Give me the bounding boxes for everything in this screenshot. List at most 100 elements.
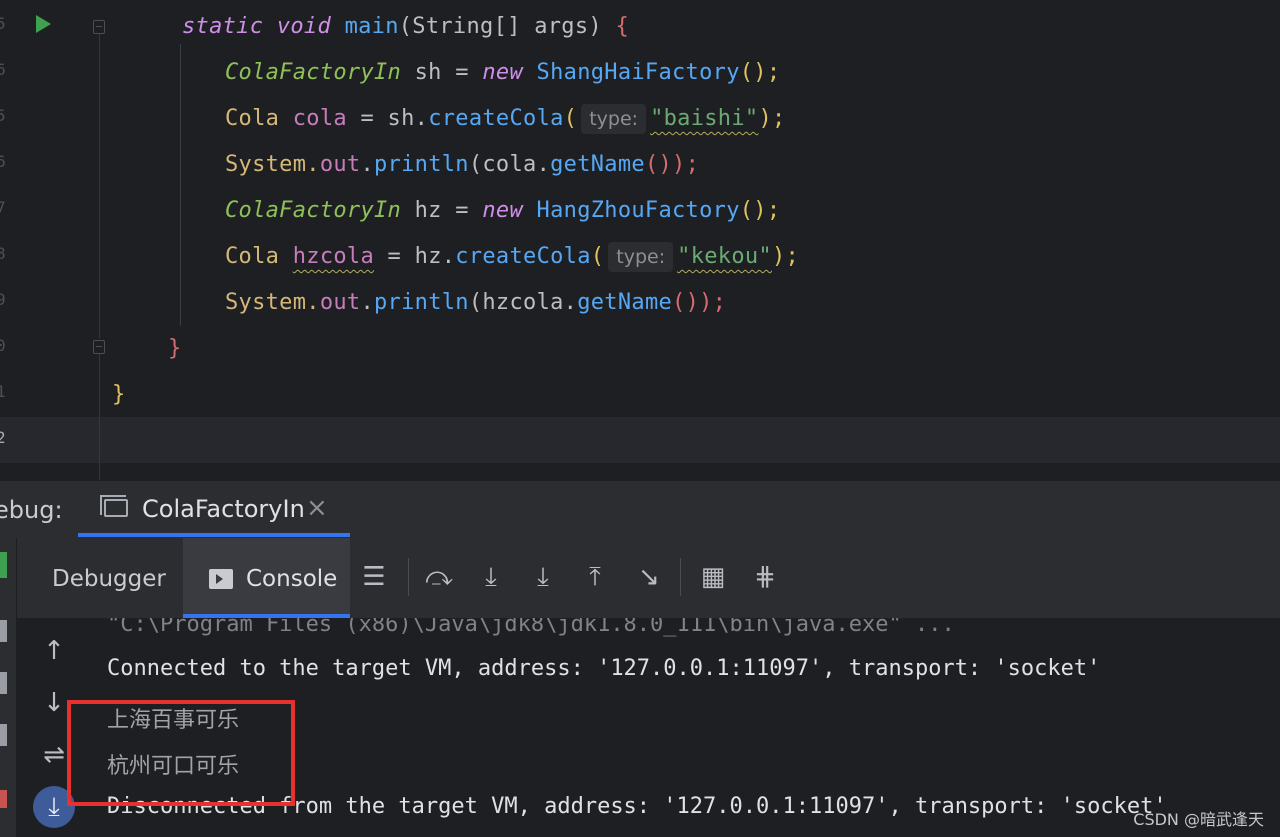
line-number: 6 <box>0 152 6 171</box>
run-icon[interactable] <box>36 15 51 33</box>
console-icon <box>209 569 233 589</box>
variable: cola <box>279 106 347 131</box>
line-number: 9 <box>0 290 6 309</box>
code-text: ); <box>758 106 786 131</box>
type-name: ColaFactoryIn <box>225 60 402 85</box>
type-name: Cola <box>225 244 280 269</box>
code-line: } <box>112 372 126 418</box>
code-line: Cola hzcola = hz.createCola(type: "kekou"… <box>225 234 799 280</box>
tab-debugger-label: Debugger <box>52 566 166 592</box>
code-text: = hz. <box>374 244 456 269</box>
code-line: } <box>168 326 182 372</box>
type-name: ColaFactoryIn <box>225 198 402 223</box>
code-line: Cola cola = sh.createCola(type: "baishi")… <box>225 96 786 142</box>
breakpoints-icon[interactable] <box>0 790 7 808</box>
field: out <box>319 152 361 177</box>
line-number: 5 <box>0 14 6 33</box>
debug-tool-window-header: ebug: ColaFactoryIn × <box>0 480 1280 539</box>
code-text: ( <box>563 106 578 131</box>
tab-debugger[interactable]: Debugger <box>20 538 182 618</box>
code-text: sh = <box>401 60 483 85</box>
window-icon <box>100 495 128 517</box>
down-arrow-icon[interactable]: ↓ <box>37 686 71 720</box>
debug-session-tab[interactable]: ColaFactoryIn × <box>78 481 350 537</box>
toolbar-separator <box>680 558 681 596</box>
class-name: ShangHaiFactory <box>523 60 740 85</box>
parameter-hint: type: <box>608 242 674 272</box>
step-into-icon[interactable]: ⤓ <box>526 560 560 594</box>
code-text: (hzcola. <box>468 290 578 315</box>
tab-console[interactable]: Console <box>183 538 350 618</box>
fold-marker-icon[interactable] <box>93 340 105 354</box>
line-number: 2 <box>0 428 6 447</box>
brace: } <box>112 382 126 407</box>
watermark: CSDN @暗武逢天 <box>1133 810 1264 829</box>
indent-guide <box>180 44 181 326</box>
code-text: . <box>360 152 375 177</box>
console-line: "C:\Program Files (x86)\Java\jdk8\jdk1.8… <box>107 618 955 637</box>
class-name: HangZhouFactory <box>523 198 740 223</box>
code-text: = sh. <box>346 106 429 131</box>
line-number: 0 <box>0 336 6 355</box>
stop-icon[interactable] <box>0 724 7 746</box>
field: out <box>319 290 361 315</box>
fold-line <box>99 34 100 338</box>
console-output[interactable]: ↑ ↓ ⇌ ⤓ "C:\Program Files (x86)\Java\jdk… <box>17 618 1280 837</box>
method-name: println <box>374 152 469 177</box>
method-name: createCola <box>455 244 591 269</box>
toolbar-separator <box>408 558 409 596</box>
keyword: static <box>182 14 264 39</box>
debug-label: ebug: <box>0 496 63 524</box>
code-text: . <box>360 290 375 315</box>
method-name: createCola <box>428 106 564 131</box>
variable: hzcola <box>292 244 375 269</box>
line-number: 1 <box>0 382 6 401</box>
trace-icon[interactable]: ⋕ <box>748 560 782 594</box>
left-tool-strip <box>0 538 17 837</box>
step-out-icon[interactable]: ⤒ <box>578 560 612 594</box>
run-to-cursor-icon[interactable]: ↘ <box>632 560 666 594</box>
line-number: 5 <box>0 106 6 125</box>
method-name: println <box>374 290 469 315</box>
resume-icon[interactable] <box>0 620 7 642</box>
code-text: (String[] args) <box>398 14 616 39</box>
string-literal: "kekou" <box>677 244 772 269</box>
menu-icon[interactable]: ☰ <box>357 560 391 594</box>
method-name: main <box>344 14 399 39</box>
console-line: Connected to the target VM, address: '12… <box>107 656 1101 681</box>
debug-status-icon <box>0 552 7 578</box>
close-icon[interactable]: × <box>306 493 328 523</box>
fold-marker-icon[interactable] <box>93 20 105 34</box>
soft-wrap-icon[interactable]: ⇌ <box>37 738 71 772</box>
current-line-highlight <box>0 417 1280 463</box>
code-line: System.out.println(hzcola.getName()); <box>225 280 726 326</box>
code-line: System.out.println(cola.getName()); <box>225 142 699 188</box>
show-execution-point-icon[interactable]: ⤼ <box>422 560 456 594</box>
string-literal: "baishi" <box>650 106 759 131</box>
code-text: hz = <box>401 198 483 223</box>
code-text: ()); <box>672 290 727 315</box>
code-line: ColaFactoryIn sh = new ShangHaiFactory()… <box>225 50 780 96</box>
code-text: System. <box>225 290 320 315</box>
code-text: System. <box>225 152 320 177</box>
debug-session-tab-label: ColaFactoryIn <box>142 495 305 523</box>
up-arrow-icon[interactable]: ↑ <box>37 634 71 668</box>
method-name: getName <box>550 152 645 177</box>
line-number: 8 <box>0 244 6 263</box>
pause-icon[interactable] <box>0 672 7 694</box>
code-editor[interactable]: 5 6 5 6 7 8 9 0 1 2 static void main(Str… <box>0 0 1280 480</box>
type-name: Cola <box>225 106 280 131</box>
evaluate-expression-icon[interactable]: ▦ <box>696 560 730 594</box>
parameter-hint: type: <box>581 104 647 134</box>
code-text: (cola. <box>468 152 551 177</box>
code-text: (); <box>739 198 781 223</box>
keyword: void <box>276 14 332 39</box>
code-line: ColaFactoryIn hz = new HangZhouFactory()… <box>225 188 780 234</box>
line-number: 7 <box>0 198 6 217</box>
step-over-icon[interactable]: ⤓ <box>474 560 508 594</box>
debug-toolbar: Debugger Console ☰ ⤼ ⤓ ⤓ ⤒ ↘ ▦ ⋕ <box>0 538 1280 618</box>
code-text: ( <box>590 244 605 269</box>
line-number: 6 <box>0 60 6 79</box>
brace: { <box>615 14 630 39</box>
fold-line <box>99 354 100 480</box>
